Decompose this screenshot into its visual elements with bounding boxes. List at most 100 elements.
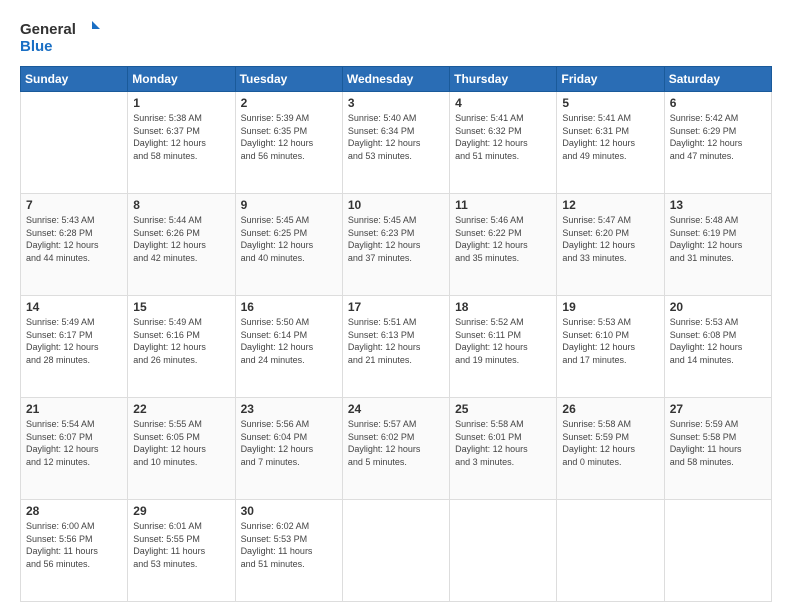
day-number: 14	[26, 300, 122, 314]
col-header-wednesday: Wednesday	[342, 67, 449, 92]
calendar-cell: 11 Sunrise: 5:46 AM Sunset: 6:22 PM Dayli…	[450, 194, 557, 296]
day-number: 18	[455, 300, 551, 314]
day-number: 17	[348, 300, 444, 314]
calendar-cell: 21 Sunrise: 5:54 AM Sunset: 6:07 PM Dayli…	[21, 398, 128, 500]
day-info: Sunrise: 5:47 AM Sunset: 6:20 PM Dayligh…	[562, 214, 658, 264]
day-info: Sunrise: 5:38 AM Sunset: 6:37 PM Dayligh…	[133, 112, 229, 162]
calendar-cell: 8 Sunrise: 5:44 AM Sunset: 6:26 PM Daylig…	[128, 194, 235, 296]
day-number: 9	[241, 198, 337, 212]
day-number: 16	[241, 300, 337, 314]
day-number: 19	[562, 300, 658, 314]
col-header-tuesday: Tuesday	[235, 67, 342, 92]
day-info: Sunrise: 5:45 AM Sunset: 6:25 PM Dayligh…	[241, 214, 337, 264]
logo-svg: General Blue	[20, 16, 100, 56]
calendar-cell: 3 Sunrise: 5:40 AM Sunset: 6:34 PM Daylig…	[342, 92, 449, 194]
col-header-sunday: Sunday	[21, 67, 128, 92]
day-info: Sunrise: 6:00 AM Sunset: 5:56 PM Dayligh…	[26, 520, 122, 570]
col-header-saturday: Saturday	[664, 67, 771, 92]
calendar-cell: 22Sunrise: 5:55 AM Sunset: 6:05 PM Dayli…	[128, 398, 235, 500]
day-number: 15	[133, 300, 229, 314]
day-info: Sunrise: 5:57 AM Sunset: 6:02 PM Dayligh…	[348, 418, 444, 468]
day-number: 6	[670, 96, 766, 110]
svg-text:General: General	[20, 21, 76, 38]
calendar-cell: 25 Sunrise: 5:58 AM Sunset: 6:01 PM Dayli…	[450, 398, 557, 500]
day-number: 20	[670, 300, 766, 314]
calendar-cell: 5 Sunrise: 5:41 AM Sunset: 6:31 PM Daylig…	[557, 92, 664, 194]
col-header-friday: Friday	[557, 67, 664, 92]
col-header-monday: Monday	[128, 67, 235, 92]
day-info: Sunrise: 6:02 AM Sunset: 5:53 PM Dayligh…	[241, 520, 337, 570]
day-info: Sunrise: 5:49 AM Sunset: 6:16 PM Dayligh…	[133, 316, 229, 366]
day-info: Sunrise: 5:54 AM Sunset: 6:07 PM Dayligh…	[26, 418, 122, 468]
day-info: Sunrise: 5:40 AM Sunset: 6:34 PM Dayligh…	[348, 112, 444, 162]
calendar-cell: 7 Sunrise: 5:43 AM Sunset: 6:28 PM Daylig…	[21, 194, 128, 296]
day-number: 7	[26, 198, 122, 212]
calendar-cell: 29Sunrise: 6:01 AM Sunset: 5:55 PM Dayli…	[128, 500, 235, 602]
day-info: Sunrise: 5:53 AM Sunset: 6:08 PM Dayligh…	[670, 316, 766, 366]
day-number: 3	[348, 96, 444, 110]
calendar-cell: 6 Sunrise: 5:42 AM Sunset: 6:29 PM Daylig…	[664, 92, 771, 194]
day-number: 13	[670, 198, 766, 212]
calendar-cell: 9 Sunrise: 5:45 AM Sunset: 6:25 PM Daylig…	[235, 194, 342, 296]
day-info: Sunrise: 5:42 AM Sunset: 6:29 PM Dayligh…	[670, 112, 766, 162]
calendar-cell: 10Sunrise: 5:45 AM Sunset: 6:23 PM Dayli…	[342, 194, 449, 296]
day-info: Sunrise: 5:48 AM Sunset: 6:19 PM Dayligh…	[670, 214, 766, 264]
calendar-cell	[664, 500, 771, 602]
day-info: Sunrise: 5:43 AM Sunset: 6:28 PM Dayligh…	[26, 214, 122, 264]
day-info: Sunrise: 5:39 AM Sunset: 6:35 PM Dayligh…	[241, 112, 337, 162]
calendar-cell	[557, 500, 664, 602]
calendar-cell: 4Sunrise: 5:41 AM Sunset: 6:32 PM Daylig…	[450, 92, 557, 194]
calendar-cell	[342, 500, 449, 602]
calendar-cell: 13 Sunrise: 5:48 AM Sunset: 6:19 PM Dayli…	[664, 194, 771, 296]
calendar-cell: 1 Sunrise: 5:38 AM Sunset: 6:37 PM Daylig…	[128, 92, 235, 194]
day-number: 30	[241, 504, 337, 518]
day-number: 2	[241, 96, 337, 110]
calendar-cell: 15 Sunrise: 5:49 AM Sunset: 6:16 PM Dayli…	[128, 296, 235, 398]
day-info: Sunrise: 5:53 AM Sunset: 6:10 PM Dayligh…	[562, 316, 658, 366]
day-info: Sunrise: 5:56 AM Sunset: 6:04 PM Dayligh…	[241, 418, 337, 468]
day-number: 24	[348, 402, 444, 416]
calendar-cell: 30 Sunrise: 6:02 AM Sunset: 5:53 PM Dayli…	[235, 500, 342, 602]
day-info: Sunrise: 5:58 AM Sunset: 6:01 PM Dayligh…	[455, 418, 551, 468]
day-info: Sunrise: 5:46 AM Sunset: 6:22 PM Dayligh…	[455, 214, 551, 264]
day-info: Sunrise: 5:58 AM Sunset: 5:59 PM Dayligh…	[562, 418, 658, 468]
calendar-cell: 18Sunrise: 5:52 AM Sunset: 6:11 PM Dayli…	[450, 296, 557, 398]
calendar-cell: 27 Sunrise: 5:59 AM Sunset: 5:58 PM Dayli…	[664, 398, 771, 500]
calendar-cell: 23 Sunrise: 5:56 AM Sunset: 6:04 PM Dayli…	[235, 398, 342, 500]
day-number: 12	[562, 198, 658, 212]
calendar-cell: 14Sunrise: 5:49 AM Sunset: 6:17 PM Dayli…	[21, 296, 128, 398]
calendar-cell	[450, 500, 557, 602]
calendar-week-1: 7 Sunrise: 5:43 AM Sunset: 6:28 PM Daylig…	[21, 194, 772, 296]
calendar-cell: 24 Sunrise: 5:57 AM Sunset: 6:02 PM Dayli…	[342, 398, 449, 500]
day-number: 5	[562, 96, 658, 110]
calendar-header-row: SundayMondayTuesdayWednesdayThursdayFrid…	[21, 67, 772, 92]
calendar-cell: 16Sunrise: 5:50 AM Sunset: 6:14 PM Dayli…	[235, 296, 342, 398]
logo: General Blue	[20, 16, 100, 56]
day-info: Sunrise: 5:59 AM Sunset: 5:58 PM Dayligh…	[670, 418, 766, 468]
day-number: 11	[455, 198, 551, 212]
day-number: 1	[133, 96, 229, 110]
header: General Blue	[20, 16, 772, 56]
calendar-cell: 12 Sunrise: 5:47 AM Sunset: 6:20 PM Dayli…	[557, 194, 664, 296]
calendar-cell: 2 Sunrise: 5:39 AM Sunset: 6:35 PM Daylig…	[235, 92, 342, 194]
day-info: Sunrise: 5:55 AM Sunset: 6:05 PM Dayligh…	[133, 418, 229, 468]
day-info: Sunrise: 5:44 AM Sunset: 6:26 PM Dayligh…	[133, 214, 229, 264]
calendar-cell: 28Sunrise: 6:00 AM Sunset: 5:56 PM Dayli…	[21, 500, 128, 602]
calendar-cell: 26Sunrise: 5:58 AM Sunset: 5:59 PM Dayli…	[557, 398, 664, 500]
svg-text:Blue: Blue	[20, 38, 53, 55]
calendar-cell: 19 Sunrise: 5:53 AM Sunset: 6:10 PM Dayli…	[557, 296, 664, 398]
day-number: 8	[133, 198, 229, 212]
day-info: Sunrise: 5:41 AM Sunset: 6:31 PM Dayligh…	[562, 112, 658, 162]
day-number: 4	[455, 96, 551, 110]
day-number: 29	[133, 504, 229, 518]
calendar-week-4: 28Sunrise: 6:00 AM Sunset: 5:56 PM Dayli…	[21, 500, 772, 602]
calendar-cell	[21, 92, 128, 194]
day-number: 27	[670, 402, 766, 416]
calendar-table: SundayMondayTuesdayWednesdayThursdayFrid…	[20, 66, 772, 602]
day-info: Sunrise: 5:51 AM Sunset: 6:13 PM Dayligh…	[348, 316, 444, 366]
day-number: 21	[26, 402, 122, 416]
day-info: Sunrise: 5:45 AM Sunset: 6:23 PM Dayligh…	[348, 214, 444, 264]
day-number: 23	[241, 402, 337, 416]
calendar-week-0: 1 Sunrise: 5:38 AM Sunset: 6:37 PM Daylig…	[21, 92, 772, 194]
day-number: 25	[455, 402, 551, 416]
